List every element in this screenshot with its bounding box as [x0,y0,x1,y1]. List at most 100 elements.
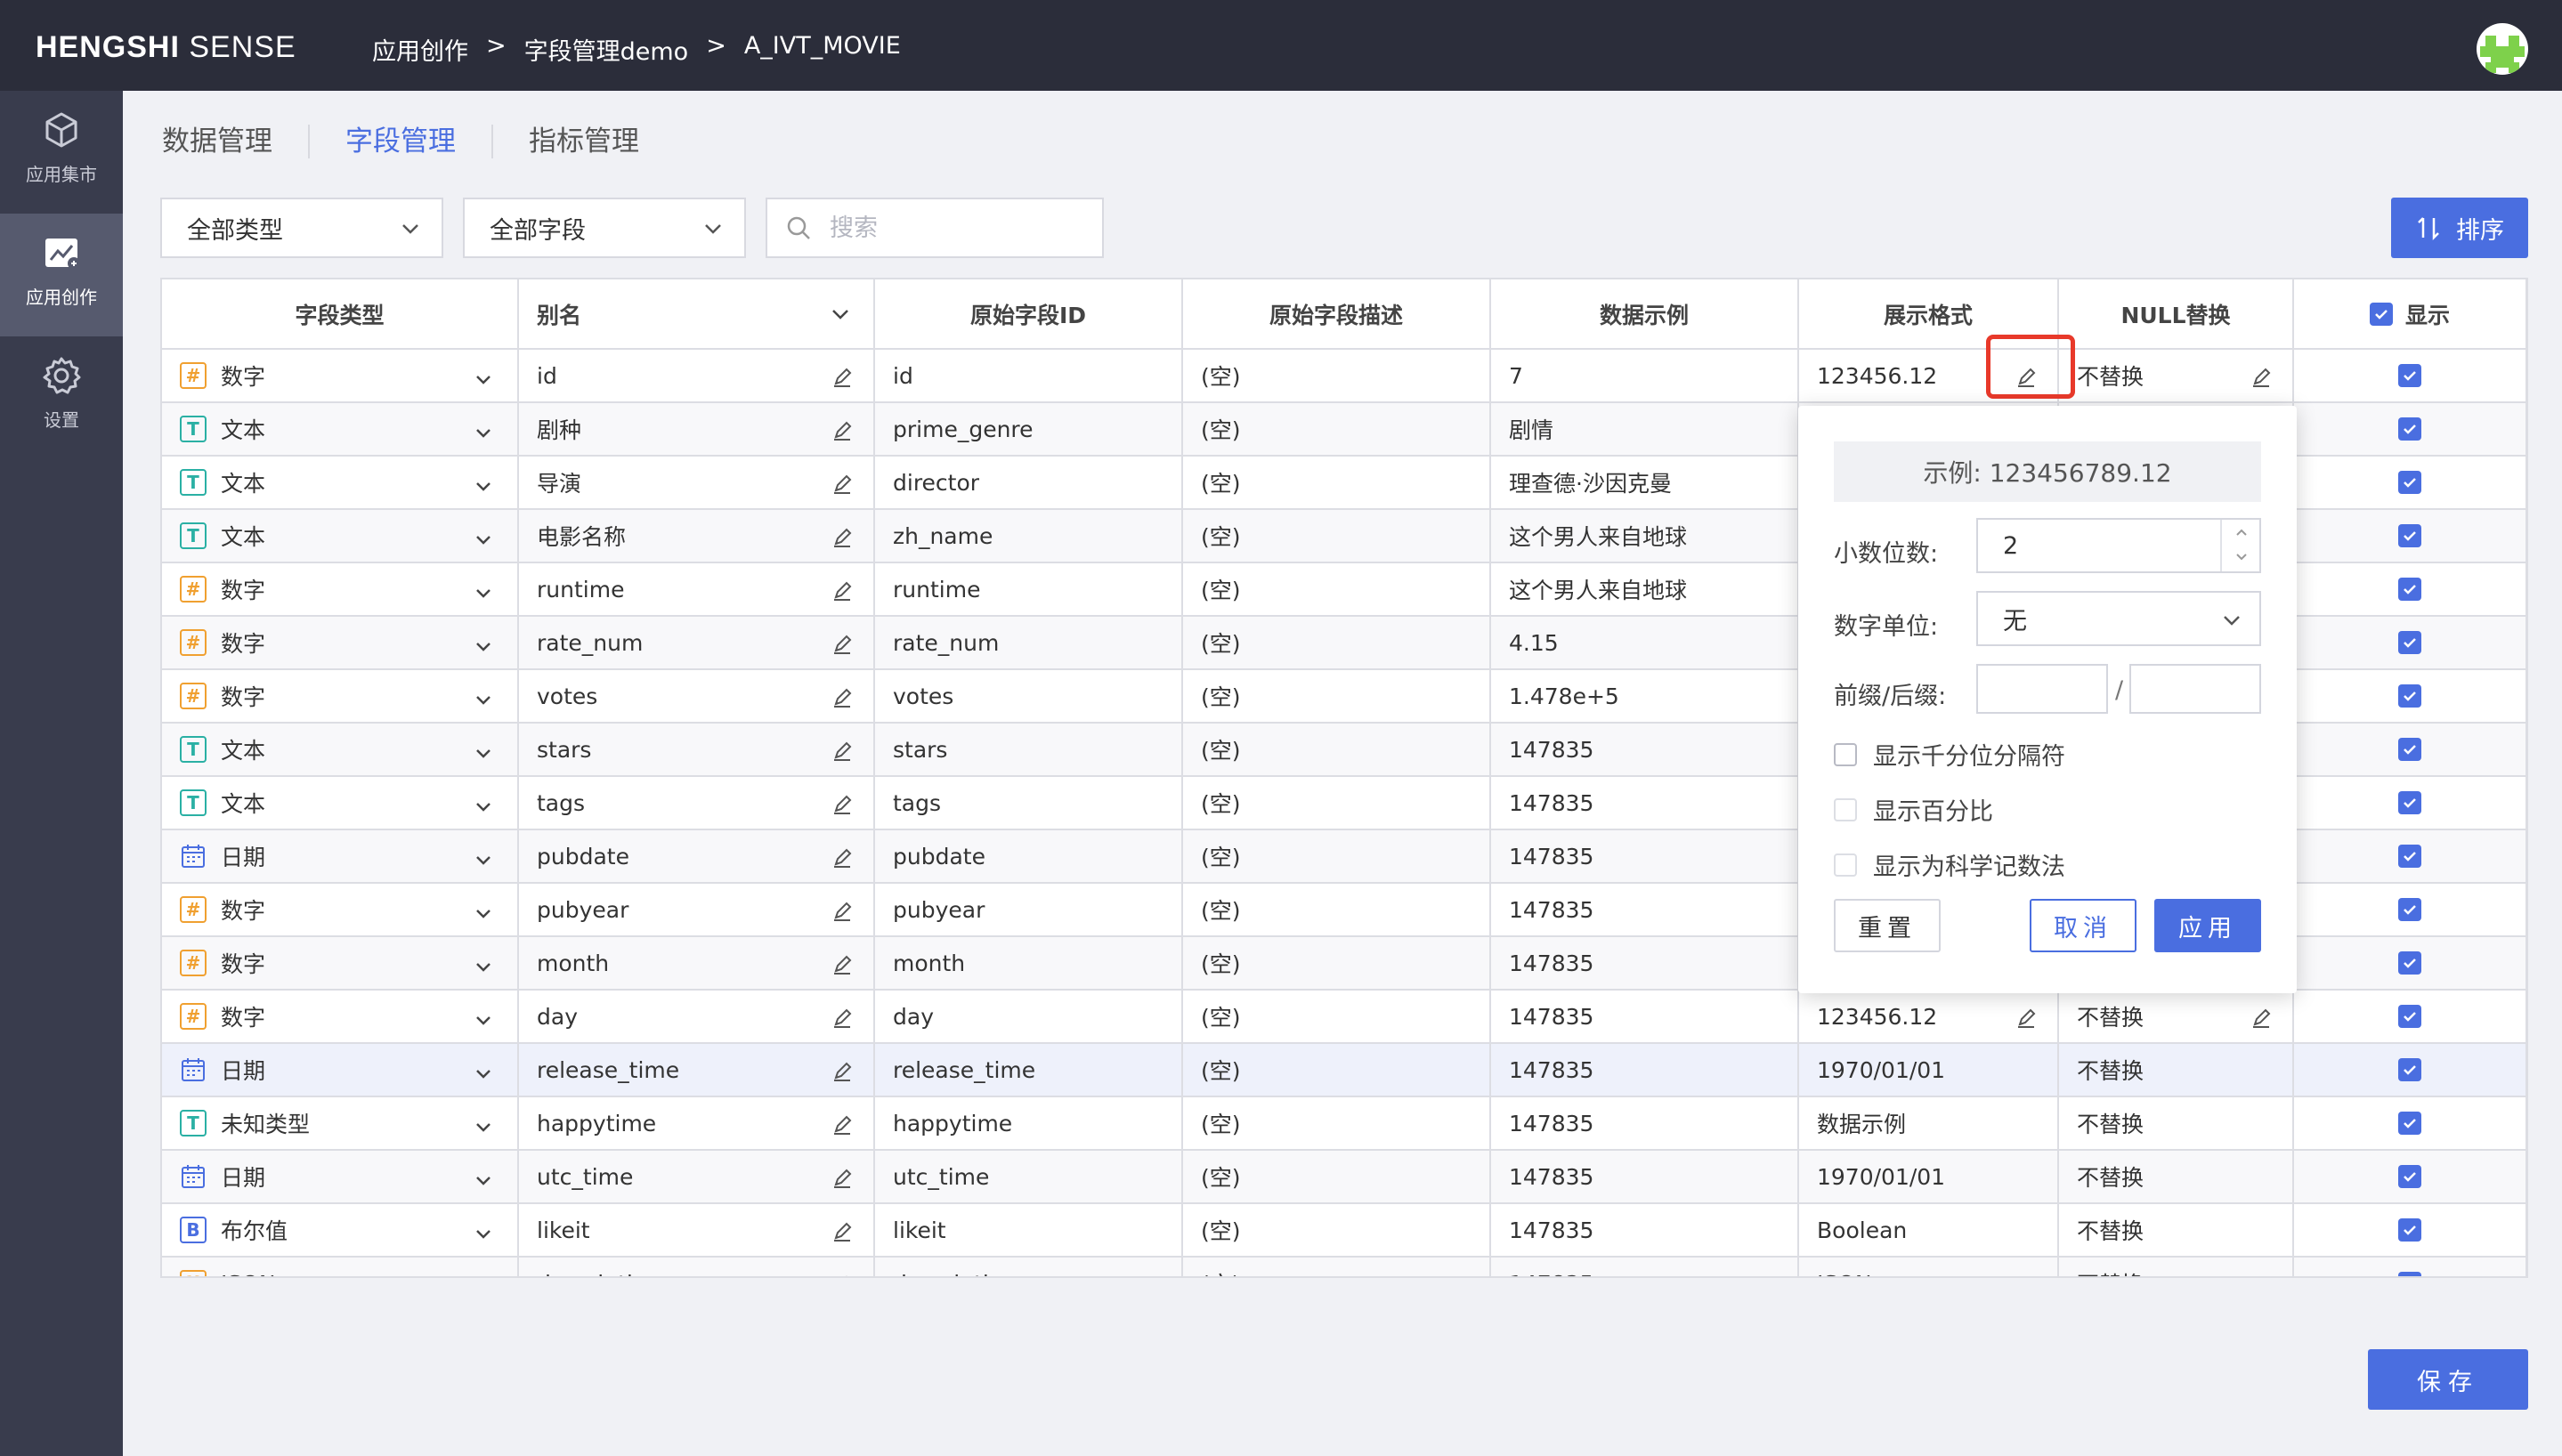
edit-icon[interactable] [831,473,854,496]
edit-icon[interactable] [831,366,854,389]
field-type-cell[interactable]: {} JSON [162,1257,519,1276]
thousands-checkbox[interactable] [1834,742,1857,766]
unit-select[interactable]: 无 [1976,591,2261,646]
edit-icon[interactable] [831,900,854,923]
prefix-input[interactable] [1976,664,2108,714]
field-type-cell[interactable]: 日期 [162,1043,519,1097]
null-replace-cell[interactable]: 不替换 [2058,1203,2294,1258]
alias-cell[interactable]: votes [518,669,875,724]
column-header-visible[interactable]: 显示 [2293,279,2526,350]
edit-icon[interactable] [831,1220,854,1243]
edit-icon[interactable] [831,1060,854,1083]
alias-cell[interactable]: runtime [518,562,875,617]
visible-cell[interactable] [2293,936,2526,991]
field-type-cell[interactable]: T 文本 [162,776,519,830]
field-type-cell[interactable]: B 布尔值 [162,1203,519,1258]
visible-checkbox[interactable] [2398,1058,2421,1081]
edit-icon[interactable] [2015,1007,2038,1030]
edit-icon[interactable] [2250,1007,2273,1030]
visible-checkbox[interactable] [2398,898,2421,921]
alias-cell[interactable]: 剧种 [518,402,875,457]
visible-cell[interactable] [2293,456,2526,510]
chevron-up-icon[interactable] [2233,523,2250,541]
breadcrumb-item[interactable]: 应用创作 [372,32,468,67]
edit-icon[interactable] [831,633,854,656]
format-cell[interactable]: JSON [1798,1257,2059,1276]
edit-icon[interactable] [2250,366,2273,389]
visible-checkbox[interactable] [2398,684,2421,708]
visible-cell[interactable] [2293,1257,2526,1276]
select-all-checkbox[interactable] [2369,302,2393,326]
visible-checkbox[interactable] [2398,524,2421,547]
field-type-cell[interactable]: # 数字 [162,669,519,724]
visible-cell[interactable] [2293,1096,2526,1151]
breadcrumb-item[interactable]: 字段管理demo [524,32,689,67]
thousands-option[interactable]: 显示千分位分隔符 [1834,737,2065,772]
field-type-cell[interactable]: # 数字 [162,936,519,991]
visible-checkbox[interactable] [2398,631,2421,654]
visible-checkbox[interactable] [2398,1005,2421,1028]
field-type-cell[interactable]: # 数字 [162,349,519,403]
visible-checkbox[interactable] [2398,578,2421,601]
visible-cell[interactable] [2293,829,2526,884]
field-type-cell[interactable]: T 未知类型 [162,1096,519,1151]
visible-checkbox[interactable] [2398,845,2421,868]
visible-checkbox[interactable] [2398,738,2421,761]
visible-checkbox[interactable] [2398,1272,2421,1276]
visible-checkbox[interactable] [2398,1112,2421,1135]
edit-icon[interactable] [831,1274,854,1278]
visible-cell[interactable] [2293,990,2526,1044]
visible-checkbox[interactable] [2398,791,2421,814]
format-cell[interactable]: 123456.12 [1798,990,2059,1044]
suffix-input[interactable] [2129,664,2261,714]
field-filter-select[interactable]: 全部字段 [463,198,746,258]
format-cell[interactable]: 1970/01/01 [1798,1043,2059,1097]
decimals-stepper[interactable]: 2 [1976,518,2261,573]
chevron-down-icon[interactable] [2233,548,2250,566]
field-type-cell[interactable]: # 数字 [162,990,519,1044]
edit-icon[interactable] [831,1113,854,1136]
visible-cell[interactable] [2293,349,2526,403]
format-cell[interactable]: 数据示例 [1798,1096,2059,1151]
alias-cell[interactable]: likeit [518,1203,875,1258]
field-type-cell[interactable]: T 文本 [162,723,519,777]
null-replace-cell[interactable]: 不替换 [2058,990,2294,1044]
edit-icon[interactable] [831,846,854,870]
sort-button[interactable]: 排序 [2391,198,2528,258]
alias-cell[interactable]: rate_num [518,616,875,670]
edit-icon[interactable] [831,740,854,763]
alias-cell[interactable]: id [518,349,875,403]
field-type-cell[interactable]: # 数字 [162,616,519,670]
field-type-cell[interactable]: # 数字 [162,562,519,617]
alias-cell[interactable]: description [518,1257,875,1278]
visible-cell[interactable] [2293,616,2526,670]
app-logo[interactable]: HENGSHI SENSE [36,30,296,65]
field-type-cell[interactable]: T 文本 [162,402,519,457]
null-replace-cell[interactable]: 不替换 [2058,1043,2294,1097]
null-replace-cell[interactable]: 不替换 [2058,1096,2294,1151]
alias-cell[interactable]: utc_time [518,1150,875,1204]
sidebar-item-app-create[interactable]: 应用创作 [0,214,123,336]
edit-icon[interactable] [831,686,854,709]
visible-cell[interactable] [2293,402,2526,457]
edit-icon[interactable] [831,579,854,603]
alias-cell[interactable]: release_time [518,1043,875,1097]
tab-data-management[interactable]: 数据管理 [162,125,310,158]
visible-checkbox[interactable] [2398,1165,2421,1188]
edit-icon[interactable] [831,419,854,442]
column-header-alias[interactable]: 别名 [518,279,875,350]
tab-metric-management[interactable]: 指标管理 [493,125,675,158]
visible-cell[interactable] [2293,1150,2526,1204]
visible-cell[interactable] [2293,883,2526,937]
alias-cell[interactable]: happytime [518,1096,875,1151]
field-type-cell[interactable]: 日期 [162,1150,519,1204]
visible-cell[interactable] [2293,723,2526,777]
edit-icon[interactable] [831,526,854,549]
format-cell[interactable]: 1970/01/01 [1798,1150,2059,1204]
sidebar-item-app-market[interactable]: 应用集市 [0,91,123,214]
alias-cell[interactable]: month [518,936,875,991]
visible-cell[interactable] [2293,509,2526,563]
null-replace-cell[interactable]: 不替换 [2058,1150,2294,1204]
null-replace-cell[interactable]: 不替换 [2058,1257,2294,1276]
user-avatar[interactable] [2477,23,2528,75]
